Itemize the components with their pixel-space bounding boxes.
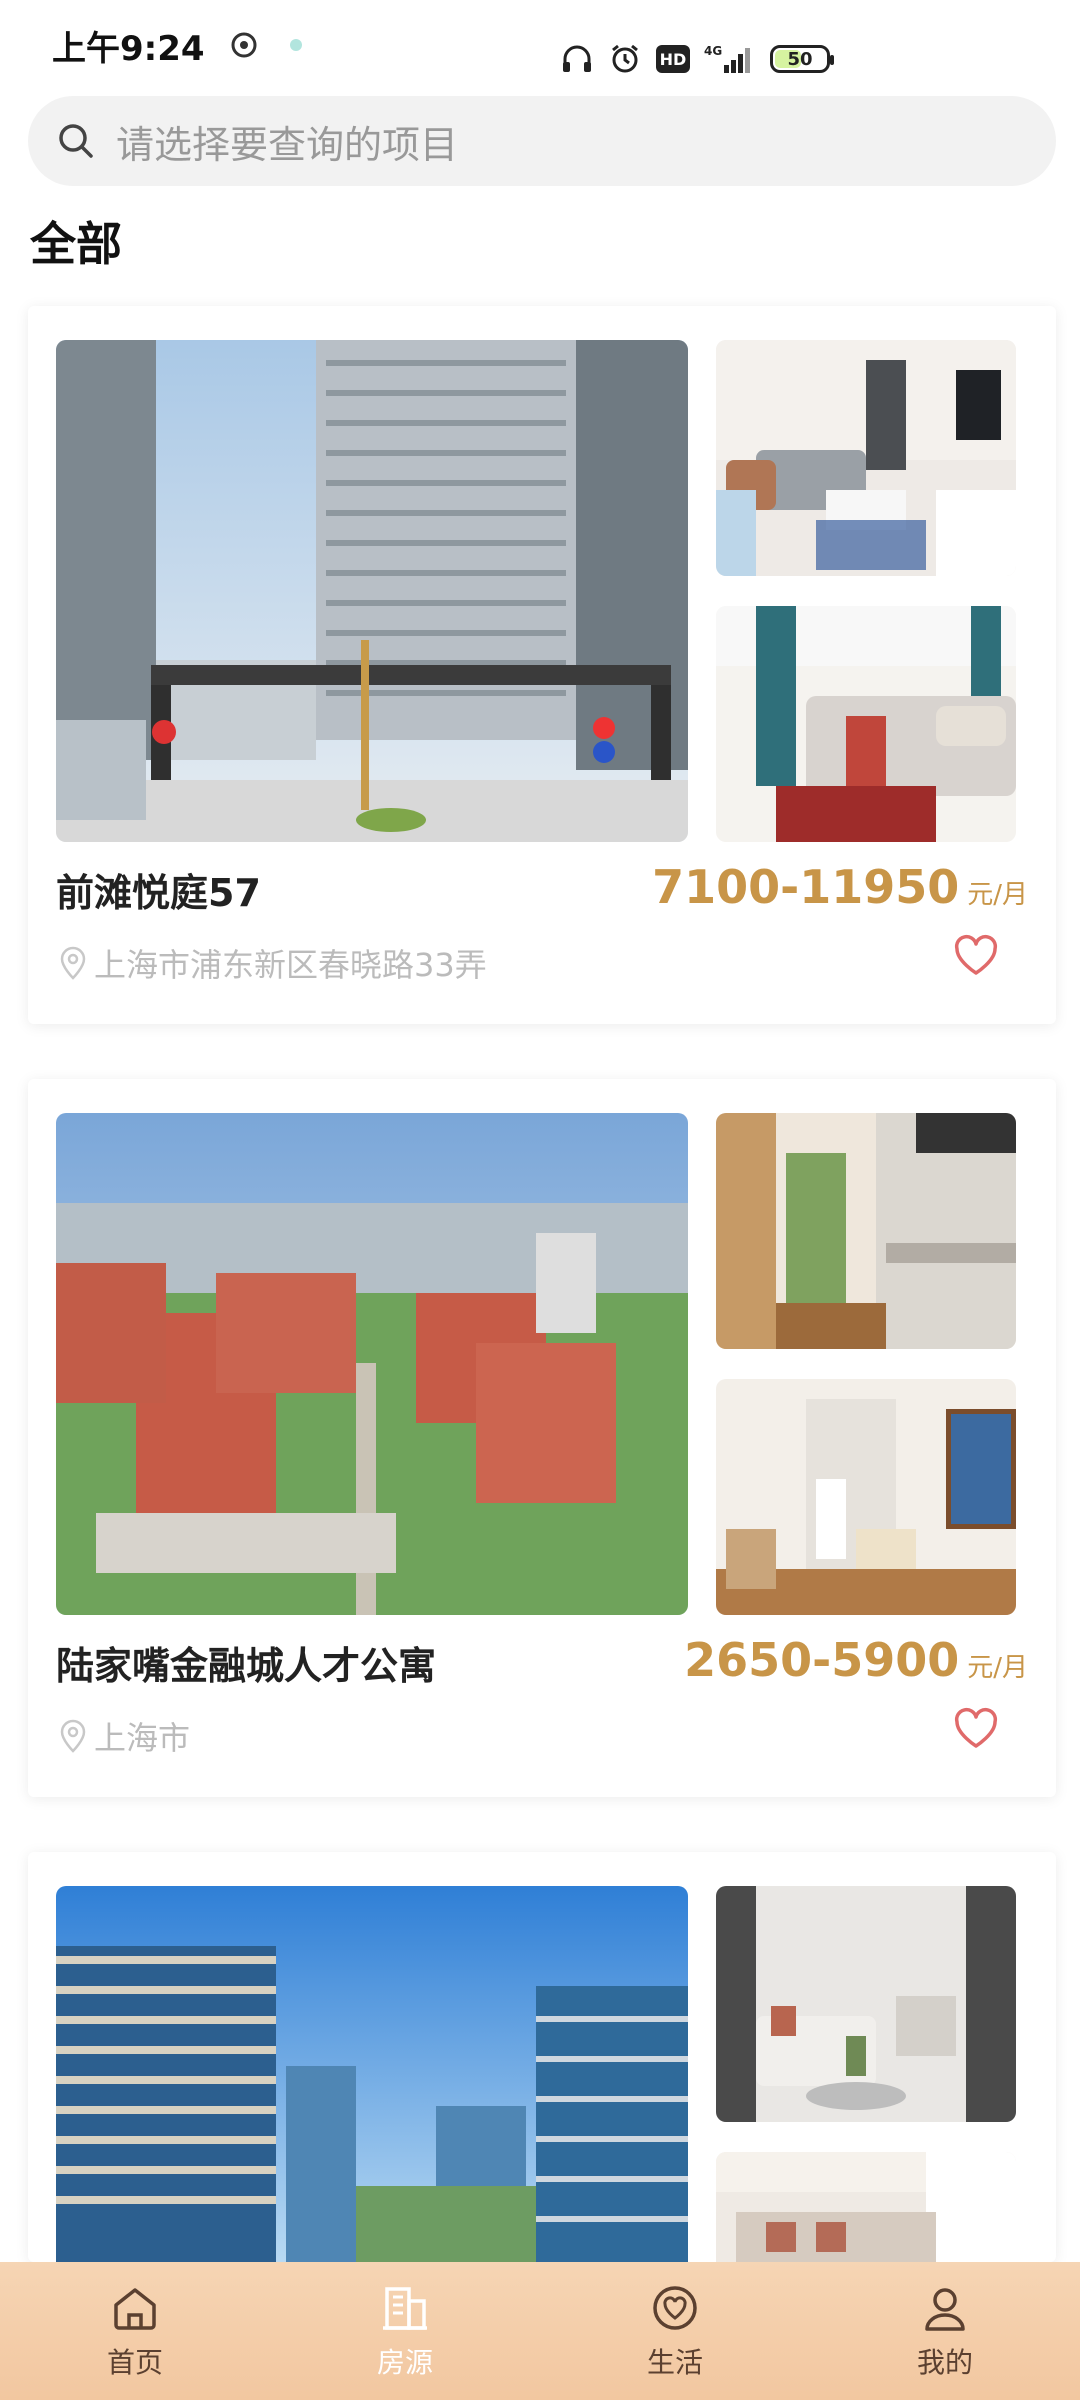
status-right-icons: HD 4G 50: [560, 42, 834, 76]
listing-address: 上海市: [58, 1713, 190, 1759]
listing-price: 2650-5900 元/月: [684, 1633, 1028, 1687]
tab-listings[interactable]: 房源: [330, 2281, 480, 2381]
listing-side-image-living-room[interactable]: [716, 340, 1016, 576]
sync-icon: [227, 28, 261, 62]
listing-name[interactable]: 前滩悦庭57: [56, 862, 261, 917]
signal-icon: 4G: [704, 42, 756, 76]
location-pin-icon: [60, 1719, 86, 1753]
tab-label: 首页: [106, 2346, 163, 2379]
bottom-tab-bar: 首页 房源 生活 我的: [0, 2262, 1080, 2400]
listing-card[interactable]: 陆家嘴金融城人才公寓 2650-5900 元/月 上海市: [28, 1079, 1056, 1797]
hd-icon: HD: [656, 45, 690, 73]
home-icon: [114, 2288, 156, 2330]
tab-home[interactable]: 首页: [60, 2281, 210, 2381]
favorite-heart-icon[interactable]: [952, 932, 1000, 980]
user-icon: [925, 2288, 965, 2331]
listing-address: 上海市浦东新区春晓路33弄: [58, 940, 487, 986]
status-time: 上午9:24: [52, 28, 205, 69]
listing-price: 7100-11950 元/月: [652, 860, 1028, 914]
listing-card[interactable]: 前滩悦庭57 7100-11950 元/月 上海市浦东新区春晓路33弄: [28, 306, 1056, 1024]
listing-side-image-lounge[interactable]: [716, 1886, 1016, 2122]
listing-name[interactable]: 陆家嘴金融城人才公寓: [56, 1635, 436, 1690]
building-icon: [383, 2287, 427, 2330]
search-placeholder: 请选择要查询的项目: [116, 122, 459, 167]
search-input[interactable]: 请选择要查询的项目: [28, 96, 1056, 186]
section-title: 全部: [22, 208, 130, 274]
listing-side-image-room[interactable]: [716, 1379, 1016, 1615]
listing-side-image-bedroom[interactable]: [716, 2152, 1016, 2262]
listing-main-image[interactable]: [56, 1113, 688, 1615]
price-unit: 元/月: [967, 880, 1028, 910]
address-text: 上海市浦东新区春晓路33弄: [94, 946, 487, 984]
headphones-icon: [560, 42, 594, 76]
price-unit: 元/月: [967, 1653, 1028, 1683]
price-value: 2650-5900: [684, 1633, 960, 1687]
alarm-icon: [608, 42, 642, 76]
status-bar: 上午9:24 HD 4G 50: [0, 0, 1080, 90]
listing-card[interactable]: [28, 1852, 1056, 2262]
status-left-icons: [227, 28, 313, 62]
search-icon: [59, 124, 93, 158]
listing-main-image[interactable]: [56, 1886, 688, 2262]
listing-side-image-bedroom[interactable]: [716, 606, 1016, 842]
tab-label: 我的: [916, 2346, 973, 2379]
favorite-heart-icon[interactable]: [952, 1705, 1000, 1753]
address-text: 上海市: [94, 1719, 191, 1757]
listing-main-image[interactable]: [56, 340, 688, 842]
tab-life[interactable]: 生活: [600, 2281, 750, 2381]
listing-side-image-kitchen[interactable]: [716, 1113, 1016, 1349]
price-value: 7100-11950: [652, 860, 960, 914]
tab-label: 生活: [646, 2346, 703, 2379]
svg-text:4G: 4G: [704, 44, 722, 58]
tab-profile[interactable]: 我的: [870, 2281, 1020, 2381]
battery-indicator: 50: [770, 45, 834, 73]
cloud-icon: [279, 28, 313, 62]
location-pin-icon: [60, 946, 86, 980]
tab-label: 房源: [376, 2346, 433, 2379]
heart-circle-icon: [653, 2286, 697, 2330]
